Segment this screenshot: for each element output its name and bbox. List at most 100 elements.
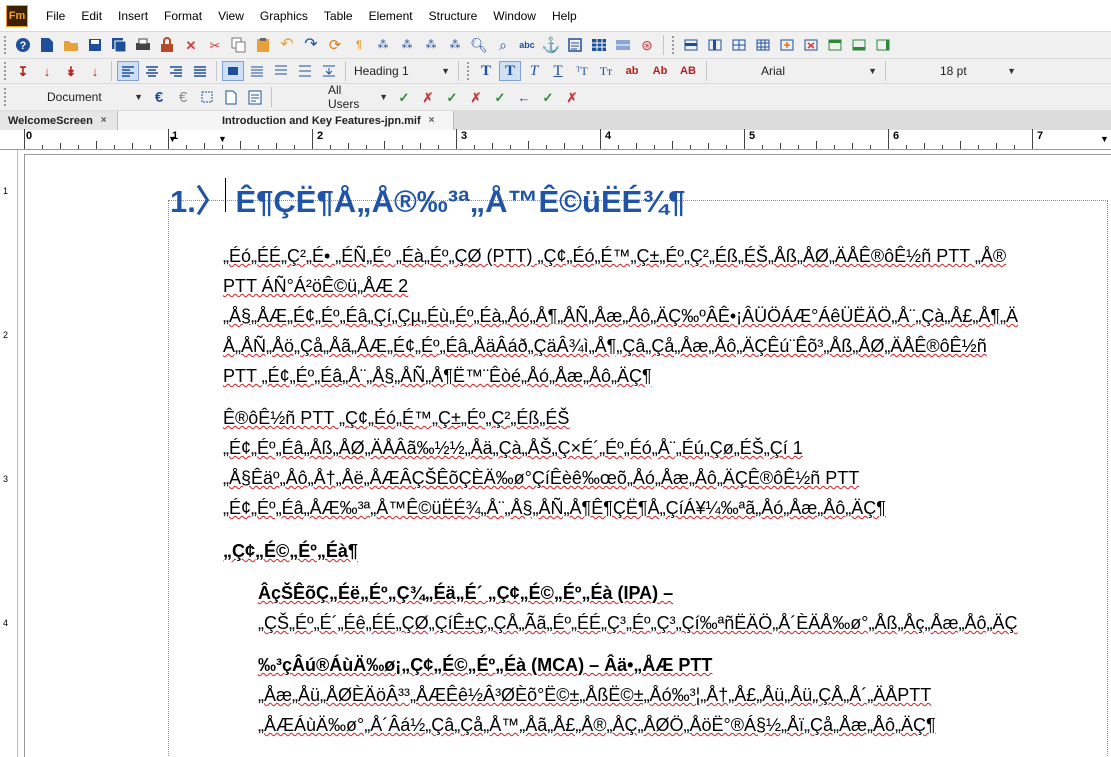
menu-edit[interactable]: Edit [73,0,110,32]
toolbar-grip[interactable] [4,36,8,54]
copy-icon[interactable] [228,35,250,55]
table-col-icon[interactable] [704,35,726,55]
align-justify-icon[interactable] [189,61,211,81]
mca-body-line-2[interactable]: „ÅÆÁùÄ‰ø°„Å´Âá½„Çâ„Çå„Å™„Åã„Å£„Å®„ÅÇ„ÅØÖ… [258,710,936,740]
change-bar-icon[interactable]: ↧ [12,61,34,81]
insert-cross-ref-icon[interactable]: ⁂ [372,35,394,55]
accept-all-icon[interactable]: ✓ [489,87,511,107]
table-add-below-icon[interactable] [848,35,870,55]
paragraph-1-line-1[interactable]: „Éó„ÉÉ„Ç²„É• „ÉÑ„Éº „Éà„Éº„ÇØ (PTT) „Ç¢„… [223,241,1006,271]
align-left-icon[interactable] [117,61,139,81]
horizontal-ruler[interactable]: 0 1 2 3 4 5 6 7 ▼ ▼ ▼ [0,129,1111,150]
insert-hypertext-icon[interactable]: ⁂ [444,35,466,55]
paste-icon[interactable] [252,35,274,55]
space-above-icon[interactable]: ↓ [36,61,58,81]
toolbar-grip[interactable] [4,88,8,106]
heading-2-alerts[interactable]: „Ç¢„É©„Éº„Éà¶ [223,536,358,566]
table-cell-icon[interactable] [728,35,750,55]
users-select[interactable]: All Users ▼ [276,84,392,110]
uppercase-button[interactable]: AB [675,61,701,81]
paragraph-2-line-1[interactable]: Ê®ôÊ½ñ PTT „Ç¢„Éó„É™„Ç±„Éº„Ç²„Éß„ÉŠ [223,403,569,433]
insert-marker-icon[interactable]: ⁂ [420,35,442,55]
align-center-icon[interactable] [141,61,163,81]
heading-1[interactable]: 1.〉 Ê¶ÇË¶Å„Å®‰³ª„Å™Ê©üËÉ¾¶ [170,176,685,221]
menu-element[interactable]: Element [361,0,421,32]
menu-format[interactable]: Format [156,0,210,32]
lowercase-button[interactable]: ab [619,61,645,81]
accept-all-changes-icon[interactable]: ✓ [537,87,559,107]
new-document-icon[interactable] [36,35,58,55]
paragraph-tag-select[interactable]: Heading 1 ▼ [350,61,454,81]
initial-caps-button[interactable]: Ab [647,61,673,81]
table-row-icon[interactable] [680,35,702,55]
save-all-icon[interactable] [108,35,130,55]
paragraph-1-line-4[interactable]: Å„ÅÑ„Åö„Çå„Åã„ÅÆ„É¢„Éº„Éâ„ÅäÂáð„ÇäÂ¾ì„Å¶… [223,331,987,361]
subscript-icon[interactable]: Tт [595,61,617,81]
lock-icon[interactable] [156,35,178,55]
previous-change-icon[interactable]: ← [513,87,535,107]
menu-file[interactable]: File [38,0,73,32]
zoom-icon[interactable]: ⌕ [492,35,514,55]
tab-stop-icon[interactable]: ▼ [218,134,227,144]
bold-icon[interactable]: T [499,61,521,81]
menu-help[interactable]: Help [544,0,585,32]
save-icon[interactable] [84,35,106,55]
undo-icon[interactable]: ↶ [276,35,298,55]
table-insert-row-icon[interactable] [776,35,798,55]
indent-marker-icon[interactable]: ▼ [168,134,177,144]
document-icon[interactable] [220,87,242,107]
ipa-title[interactable]: ÂçŠÊõÇ„Éë„Éº„Ç¾„Éä„É´ „Ç¢„É©„Éº„Éà (IPA)… [258,578,673,608]
menu-graphics[interactable]: Graphics [252,0,316,32]
paragraph-spacing-icon[interactable] [318,61,340,81]
menu-window[interactable]: Window [485,0,544,32]
menu-table[interactable]: Table [316,0,361,32]
accept-next-icon[interactable]: ✓ [441,87,463,107]
keep-with-icon[interactable]: ↓ [84,61,106,81]
help-icon[interactable]: ? [12,35,34,55]
paragraph-2-line-4[interactable]: „É¢„Éº„Éâ„ÅÆ‰³ª„Å™Ê©üËÉ¾„Å¨„Å§„ÅÑ„Å¶Ê¶ÇË… [223,493,886,523]
open-folder-icon[interactable] [60,35,82,55]
table-add-right-icon[interactable] [872,35,894,55]
menu-structure[interactable]: Structure [421,0,486,32]
close-icon[interactable]: × [429,115,435,126]
reject-all-changes-icon[interactable]: ✗ [561,87,583,107]
close-icon[interactable]: × [101,115,107,126]
paragraph-1-line-5[interactable]: PTT „É¢„Éº„Éâ„Å¨„Å§„ÅÑ„Å¶Ë™¨Êòé„Åó„Åæ„Åô… [223,361,652,391]
underline-icon[interactable]: T [547,61,569,81]
table-delete-row-icon[interactable] [800,35,822,55]
spell-check-icon[interactable]: abc [516,35,538,55]
line-spacing-double-icon[interactable] [294,61,316,81]
paragraph-2-line-3[interactable]: „Å§Êäº„Åô„Å†„Åë„ÅÆÂÇŠÊõÇÈÄ‰ø°ÇíÊèê‰œõ„Åó… [223,463,859,493]
insert-table-icon[interactable] [612,35,634,55]
paragraph-1-line-3[interactable]: „Å§„ÅÆ„É¢„Éº„Éâ„Çí„Çµ„Éù„Éº„Éà„Åó„Å¶„ÅÑ„… [223,301,1018,331]
find-icon[interactable]: 🔍︎ [468,35,490,55]
reject-change-icon[interactable]: ✗ [417,87,439,107]
italic-icon[interactable]: T [523,61,545,81]
cut-icon[interactable]: ✂ [204,35,226,55]
delete-icon[interactable]: ✕ [180,35,202,55]
vertical-ruler[interactable]: 1 2 3 4 [0,150,18,757]
table-straddle-icon[interactable] [752,35,774,55]
font-size-select[interactable]: 18 pt ▼ [890,61,1020,81]
menu-view[interactable]: View [210,0,252,32]
font-family-select[interactable]: Arial ▼ [711,61,881,81]
right-indent-icon[interactable]: ▼ [1100,134,1109,144]
table-icon[interactable] [588,35,610,55]
toolbar-grip[interactable] [4,62,8,80]
redo-icon[interactable]: ↷ [300,35,322,55]
toolbar-grip[interactable] [467,62,471,80]
align-right-icon[interactable] [165,61,187,81]
toolbar-grip[interactable] [672,36,676,54]
document-canvas[interactable]: 1.〉 Ê¶ÇË¶Å„Å®‰³ª„Å™Ê©üËÉ¾¶ „Éó„ÉÉ„Ç²„É• … [18,150,1111,757]
properties-icon[interactable] [244,87,266,107]
insert-variable-icon[interactable]: ¶ [348,35,370,55]
select-frame-icon[interactable] [196,87,218,107]
track-changes-icon[interactable]: ⊛ [636,35,658,55]
menu-insert[interactable]: Insert [110,0,156,32]
print-icon[interactable] [132,35,154,55]
space-below-icon[interactable]: ↡ [60,61,82,81]
line-spacing-onehalf-icon[interactable] [270,61,292,81]
line-spacing-single-icon[interactable] [246,61,268,81]
tab-welcome-screen[interactable]: WelcomeScreen × [0,111,118,130]
table-add-above-icon[interactable] [824,35,846,55]
